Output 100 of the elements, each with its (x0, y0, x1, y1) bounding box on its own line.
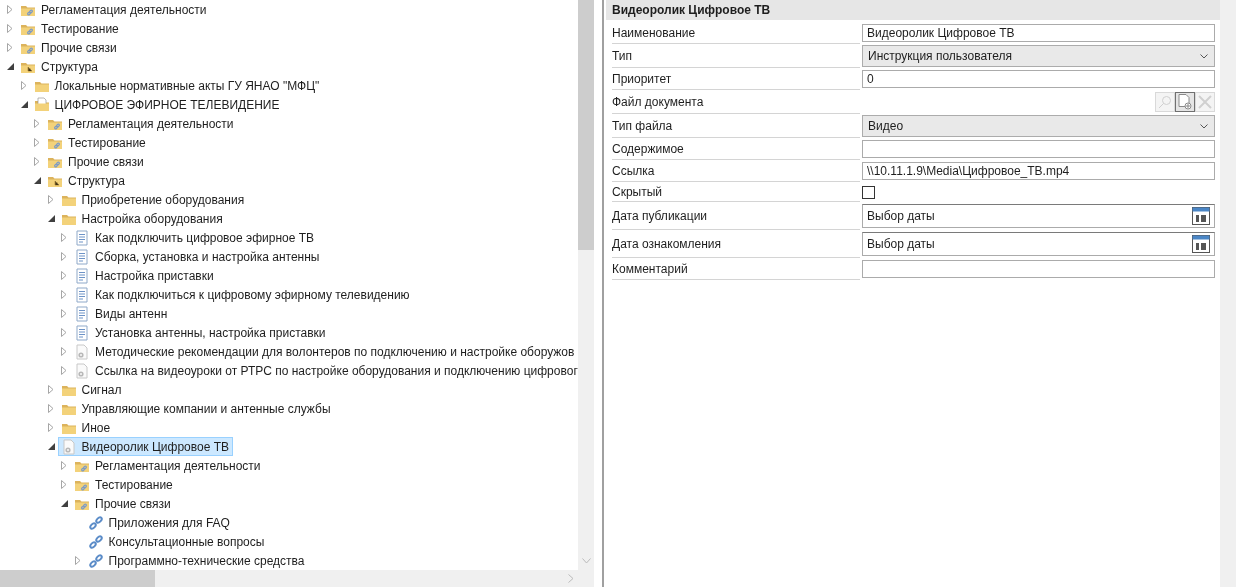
collapsed-arrow-icon[interactable] (7, 24, 14, 33)
field-label: Содержимое (612, 138, 860, 160)
tree-item[interactable]: Сборка, установка и настройка антенны (71, 247, 324, 266)
collapsed-arrow-icon[interactable] (47, 423, 55, 432)
tree-item[interactable]: Тестирование (71, 475, 177, 494)
collapsed-arrow-icon[interactable] (61, 252, 68, 261)
expanded-arrow-icon[interactable] (47, 442, 55, 451)
field-label: Тип файла (612, 114, 860, 138)
tree-item[interactable]: Локальные нормативные акты ГУ ЯНАО "МФЦ" (30, 76, 324, 95)
text-field[interactable]: 0 (862, 70, 1215, 88)
text-field[interactable] (862, 140, 1215, 158)
text-field[interactable]: Видеоролик Цифровое ТВ (862, 24, 1215, 42)
scrollbar-thumb[interactable] (0, 570, 155, 587)
tree-item[interactable]: Прочие связи (44, 152, 148, 171)
tree-item[interactable]: Прочие связи (71, 494, 175, 513)
tree-item[interactable]: Настройка приставки (71, 266, 218, 285)
panel-title: Видеоролик Цифровое ТВ (606, 0, 1220, 20)
tree-item[interactable]: Регламентация деятельности (17, 0, 211, 19)
date-picker[interactable]: Выбор даты (862, 204, 1215, 228)
chevron-down-icon[interactable] (581, 558, 591, 564)
collapsed-arrow-icon[interactable] (61, 366, 68, 375)
tree-item[interactable]: ЦИФРОВОЕ ЭФИРНОЕ ТЕЛЕВИДЕНИЕ (30, 95, 284, 114)
document-icon (74, 229, 90, 246)
collapsed-arrow-icon[interactable] (20, 81, 28, 90)
link-icon (87, 514, 104, 531)
collapsed-arrow-icon[interactable] (34, 157, 41, 166)
field-label: Дата публикации (612, 202, 860, 230)
tree-item[interactable]: Ссылка на видеоуроки от РТРС по настройке оборудования и подключению цифровог (71, 361, 578, 380)
tree-item[interactable]: Тестирование (17, 19, 123, 38)
date-input[interactable]: Выбор даты (867, 209, 1067, 223)
tree-item[interactable]: Приложения для FAQ (84, 513, 234, 532)
document-icon (74, 248, 90, 265)
tree-item[interactable]: Структура (17, 57, 102, 76)
date-picker[interactable]: Выбор даты (862, 232, 1215, 256)
new-file-button[interactable] (1175, 92, 1195, 112)
calendar-icon (1192, 207, 1210, 225)
new-file-icon (1178, 94, 1192, 110)
expanded-arrow-icon[interactable] (34, 176, 41, 185)
collapsed-arrow-icon[interactable] (61, 480, 68, 489)
collapsed-arrow-icon[interactable] (34, 138, 41, 147)
tree-item[interactable]: Структура (44, 171, 129, 190)
collapsed-arrow-icon[interactable] (61, 271, 68, 280)
tree-item[interactable]: Управляющие компании и антенные службы (57, 399, 335, 418)
field-label: Комментарий (612, 258, 860, 280)
tree-item[interactable]: Сигнал (57, 380, 126, 399)
expanded-arrow-icon[interactable] (7, 62, 14, 71)
collapsed-arrow-icon[interactable] (7, 5, 14, 14)
tree-item[interactable]: Как подключиться к цифровому эфирному телевидению (71, 285, 414, 304)
collapsed-arrow-icon[interactable] (74, 556, 82, 565)
gear-document-icon (60, 438, 77, 455)
collapsed-arrow-icon[interactable] (34, 119, 41, 128)
dropdown[interactable]: Видео (862, 115, 1215, 137)
link-icon (87, 533, 104, 550)
field-label: Наименование (612, 22, 860, 44)
field-label: Дата ознакомления (612, 230, 860, 258)
collapsed-arrow-icon[interactable] (7, 43, 14, 52)
expanded-arrow-icon[interactable] (47, 214, 55, 223)
horizontal-scrollbar[interactable] (0, 570, 578, 587)
tree-item[interactable]: Виды антенн (71, 304, 172, 323)
collapsed-arrow-icon[interactable] (47, 404, 55, 413)
date-input[interactable]: Выбор даты (867, 237, 1067, 251)
field-label: Приоритет (612, 68, 860, 90)
tree-item[interactable]: Регламентация деятельности (71, 456, 265, 475)
expanded-arrow-icon[interactable] (20, 100, 28, 109)
chevron-right-icon[interactable] (568, 574, 574, 583)
field-label: Файл документа (612, 90, 860, 114)
text-field[interactable]: \\10.11.1.9\Media\Цифровое_ТВ.mp4 (862, 162, 1215, 180)
document-icon (74, 267, 90, 284)
gear-document-icon (74, 362, 90, 379)
scrollbar-thumb[interactable] (578, 0, 594, 250)
tree-item[interactable]: Иное (57, 418, 115, 437)
tree-item[interactable]: Прочие связи (17, 38, 121, 57)
document-folder-icon (33, 96, 50, 113)
collapsed-arrow-icon[interactable] (61, 309, 68, 318)
tree-item[interactable]: Консультационные вопросы (84, 532, 269, 551)
dropdown[interactable]: Инструкция пользователя (862, 45, 1215, 67)
tree-item[interactable]: Приобретение оборудования (57, 190, 249, 209)
collapsed-arrow-icon[interactable] (61, 290, 68, 299)
tree-item[interactable]: Регламентация деятельности (44, 114, 238, 133)
chevron-down-icon (1200, 53, 1208, 59)
calendar-icon (1192, 235, 1210, 253)
collapsed-arrow-icon[interactable] (61, 461, 68, 470)
tree-item[interactable]: Настройка оборудования (57, 209, 227, 228)
tree-item[interactable]: Тестирование (44, 133, 150, 152)
expanded-arrow-icon[interactable] (61, 499, 68, 508)
text-field[interactable] (862, 260, 1215, 278)
checkbox[interactable] (862, 185, 875, 199)
vertical-scrollbar[interactable] (578, 0, 594, 570)
tree-item[interactable]: Методические рекомендации для волонтеров по подключению и настройке оборужов (71, 342, 578, 361)
collapsed-arrow-icon[interactable] (61, 347, 68, 356)
close-icon (1198, 95, 1212, 109)
tree-item[interactable]: Видеоролик Цифровое ТВ (57, 437, 233, 456)
tree-item[interactable]: Как подключить цифровое эфирное ТВ (71, 228, 319, 247)
collapsed-arrow-icon[interactable] (47, 385, 55, 394)
tree-item[interactable]: Программно-технические средства (84, 551, 309, 570)
field-label: Ссылка (612, 160, 860, 182)
collapsed-arrow-icon[interactable] (47, 195, 55, 204)
collapsed-arrow-icon[interactable] (61, 328, 68, 337)
collapsed-arrow-icon[interactable] (61, 233, 68, 242)
tree-item[interactable]: Установка антенны, настройка приставки (71, 323, 330, 342)
